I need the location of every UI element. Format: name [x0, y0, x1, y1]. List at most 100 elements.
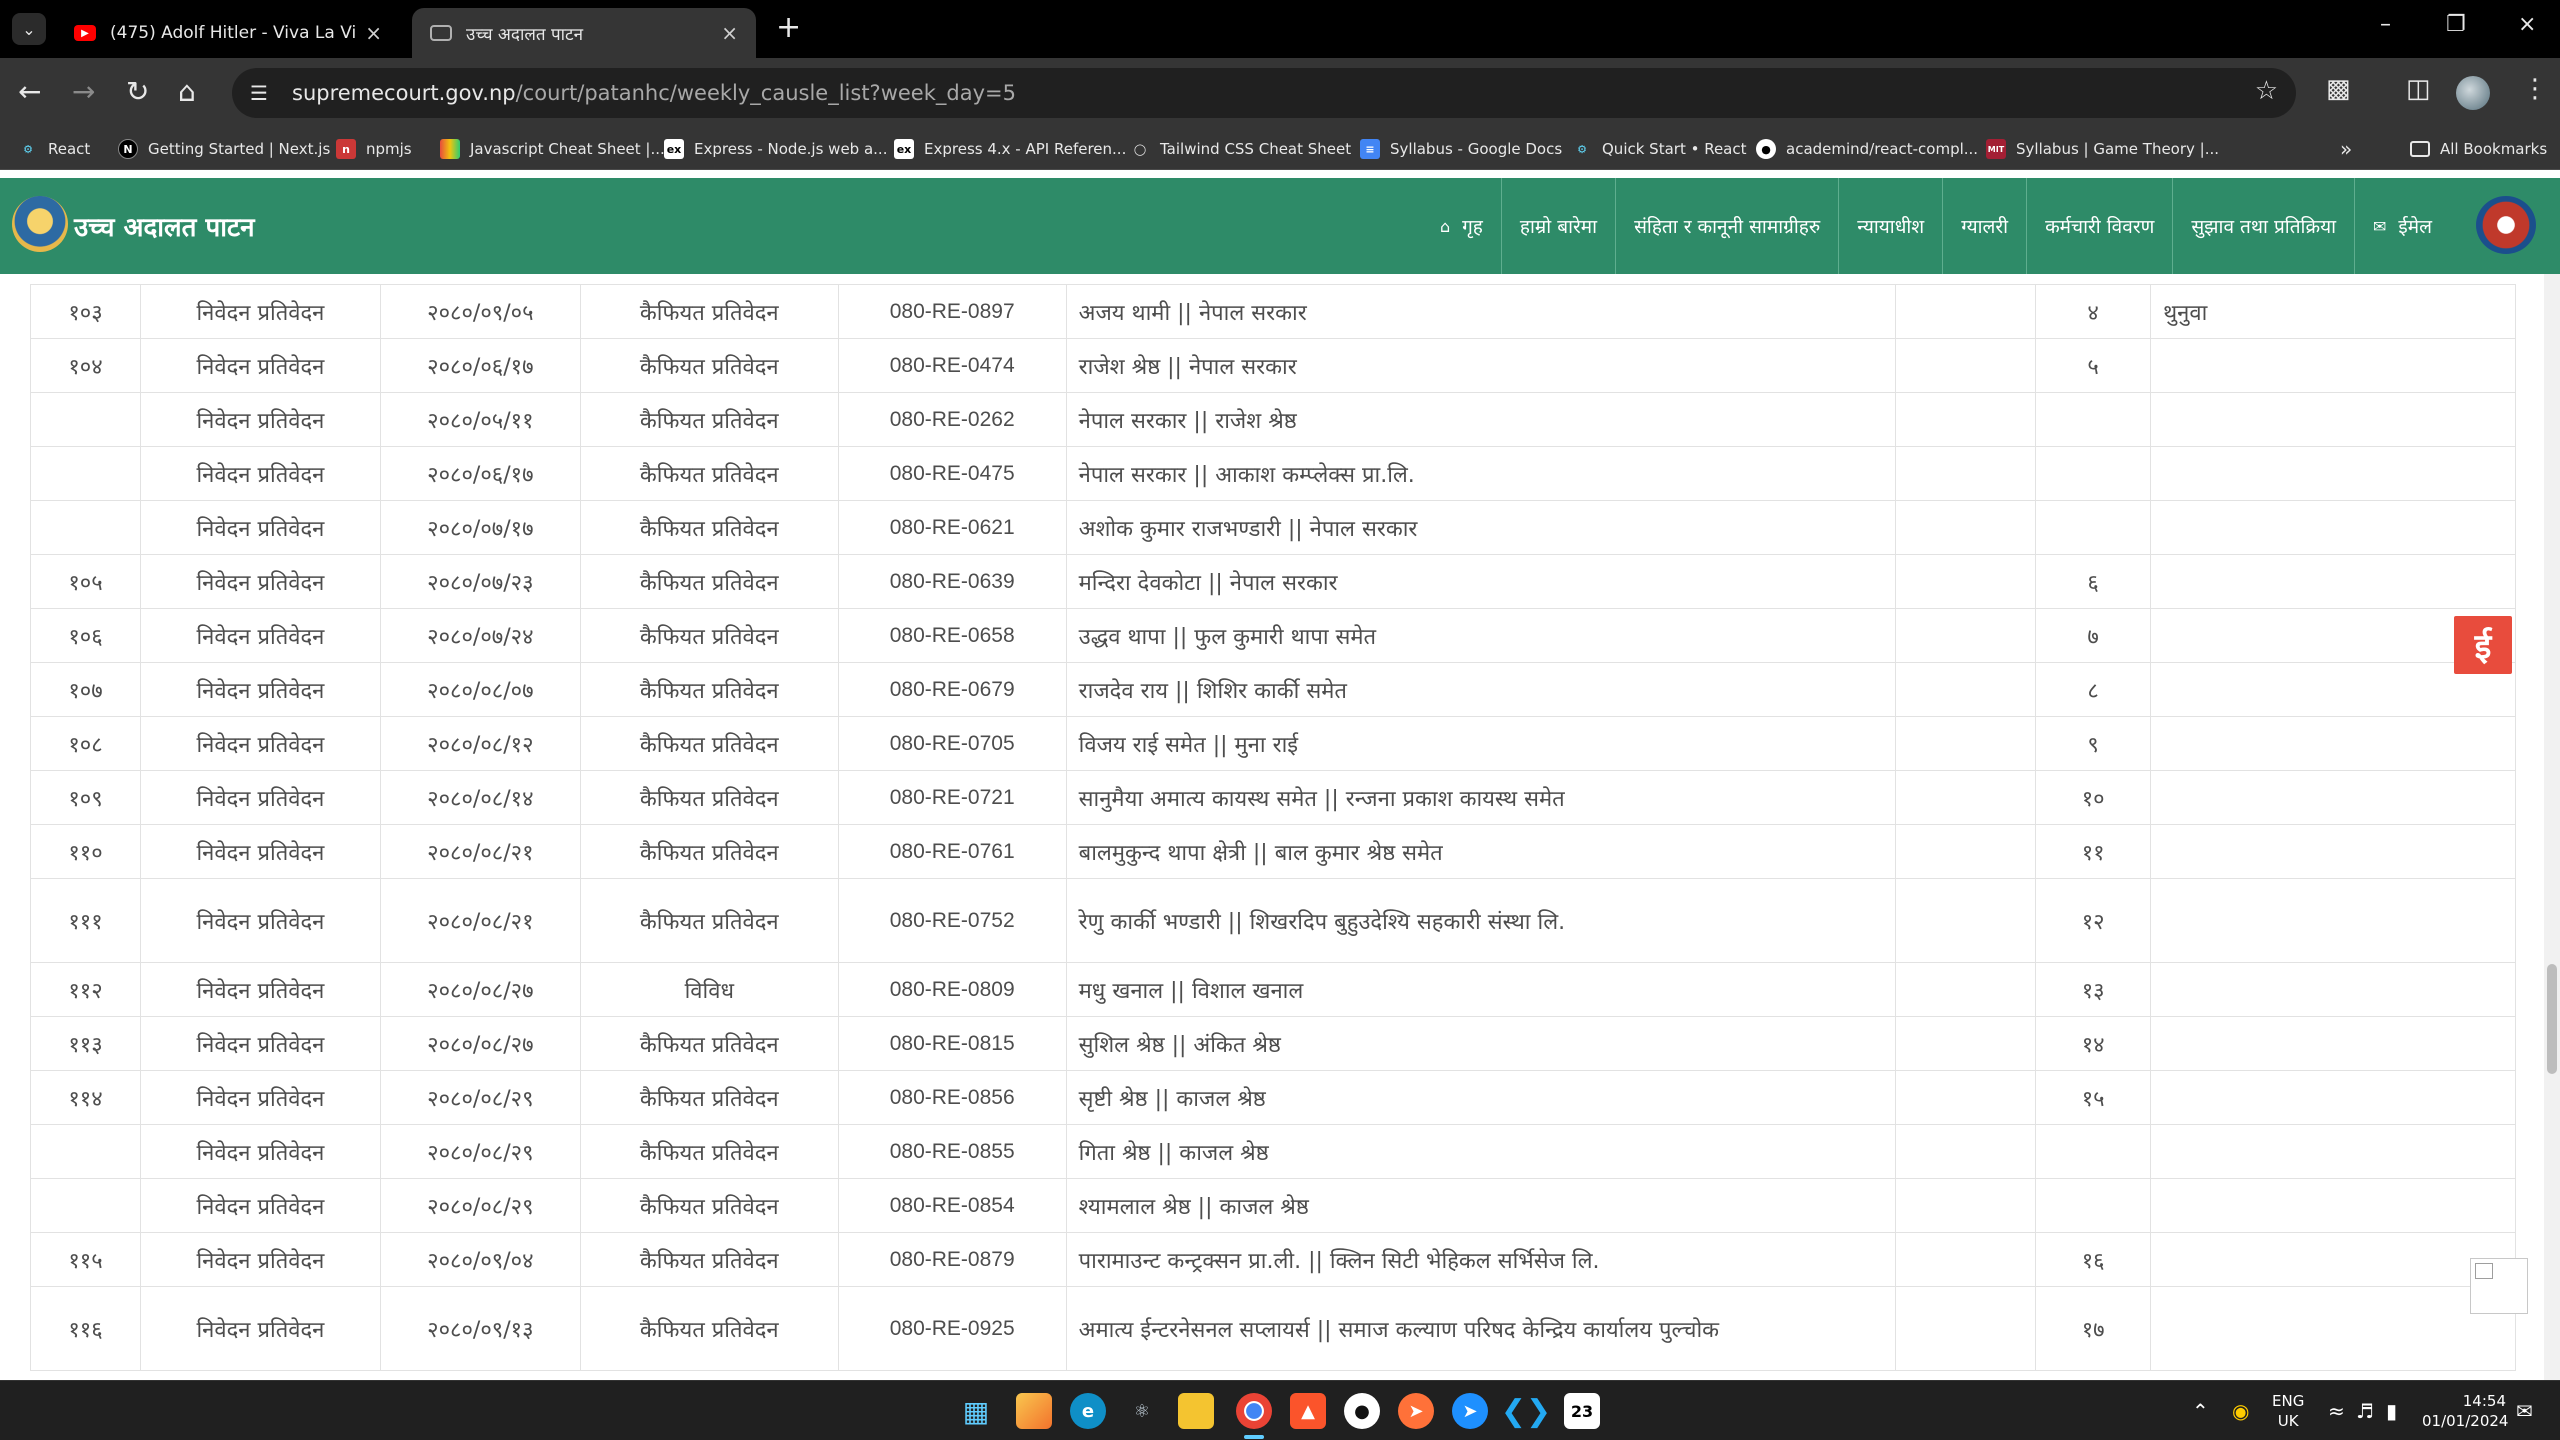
serial-number-cell: ९ [2035, 716, 2152, 771]
case-number-cell: १०९ [30, 770, 141, 825]
all-bookmarks-button[interactable]: All Bookmarks [2410, 136, 2547, 162]
postman-icon[interactable]: ➤ [1398, 1393, 1434, 1429]
page-scrollbar[interactable] [2544, 274, 2560, 1380]
site-title[interactable]: उच्च अदालत पाटन [74, 208, 255, 244]
file-explorer-icon[interactable] [1178, 1393, 1214, 1429]
nav-about[interactable]: हाम्रो बारेमा [1500, 178, 1615, 274]
registration-number-cell: 080-RE-0752 [837, 878, 1067, 963]
tab-title: (475) Adolf Hitler - Viva La Vida (Liter… [110, 23, 356, 43]
table-row: १०३ निवेदन प्रतिवेदन २०८०/०९/०५ कैफियत प्रत… [30, 284, 2516, 339]
scroll-thumb[interactable] [2547, 964, 2557, 1074]
case-number-cell: १०६ [30, 608, 141, 663]
bookmark-item[interactable]: Javascript Cheat Sheet |... [440, 136, 665, 162]
nav-home[interactable]: ⌂ गृह [1422, 178, 1501, 274]
case-type-cell: निवेदन प्रतिवेदन [139, 554, 381, 609]
notification-bell-icon[interactable]: ✉ [2516, 1399, 2533, 1423]
minimize-icon[interactable]: – [2380, 12, 2391, 37]
app-icon[interactable]: ➤ [1452, 1393, 1488, 1429]
bookmark-item[interactable]: ex Express - Node.js web a... [664, 136, 887, 162]
parties-cell: सृष्टी श्रेष्ठ || काजल श्रेष्ठ [1065, 1070, 1897, 1125]
bookmark-item[interactable]: ≡ Syllabus - Google Docs [1360, 136, 1562, 162]
edge-icon[interactable]: e [1070, 1393, 1106, 1429]
case-category-cell: कैफियत प्रतिवेदन [579, 446, 839, 501]
case-category-cell: कैफियत प्रतिवेदन [579, 824, 839, 879]
case-category-cell: कैफियत प्रतिवेदन [579, 1286, 839, 1371]
parties-cell: मन्दिरा देवकोटा || नेपाल सरकार [1065, 554, 1897, 609]
clock[interactable]: 14:54 01/01/2024 [2422, 1391, 2508, 1431]
battery-icon[interactable]: ▮ [2386, 1399, 2397, 1423]
nav-email[interactable]: ✉ ईमेल [2354, 178, 2450, 274]
case-date-cell: २०८०/०९/१३ [379, 1286, 581, 1371]
app-icon[interactable]: ● [1344, 1393, 1380, 1429]
bookmarks-overflow-icon[interactable]: » [2340, 136, 2352, 162]
steam-icon[interactable]: ⚛ [1124, 1393, 1160, 1429]
windows-start-icon[interactable]: ▦ [958, 1393, 994, 1429]
close-window-icon[interactable]: × [2518, 12, 2536, 37]
bookmark-item[interactable]: ex Express 4.x - API Referen... [894, 136, 1126, 162]
chrome-icon[interactable] [1236, 1393, 1272, 1429]
parties-cell: राजेश श्रेष्ठ || नेपाल सरकार [1065, 338, 1897, 393]
maximize-icon[interactable]: ❐ [2446, 12, 2466, 37]
case-category-cell: कैफियत प्रतिवेदन [579, 878, 839, 963]
case-number-cell: ११५ [30, 1232, 141, 1287]
bookmark-item[interactable]: ◯ Tailwind CSS Cheat Sheet [1130, 136, 1351, 162]
calendar-app-icon[interactable]: 23 [1564, 1393, 1600, 1429]
remarks-cell [2150, 338, 2516, 393]
case-category-cell: कैफियत प्रतिवेदन [579, 770, 839, 825]
back-icon[interactable]: ← [18, 75, 41, 109]
case-category-cell: कैफियत प्रतिवेदन [579, 554, 839, 609]
close-tab-icon[interactable]: × [365, 21, 382, 45]
reload-icon[interactable]: ↻ [126, 75, 149, 109]
nav-staff[interactable]: कर्मचारी विवरण [2026, 178, 2172, 274]
side-tab-e[interactable]: ई [2454, 616, 2512, 674]
new-tab-button[interactable]: + [776, 13, 801, 43]
brave-icon[interactable]: ▲ [1290, 1393, 1326, 1429]
widgets-icon[interactable] [1016, 1393, 1052, 1429]
tray-overflow-icon[interactable]: ⌃ [2192, 1399, 2209, 1423]
table-row: ११२ निवेदन प्रतिवेदन २०८०/०८/२७ विविध 080-RE… [30, 962, 2516, 1017]
browser-tab-active[interactable]: उच्च अदालत पाटन × [412, 8, 756, 58]
tab-search-button[interactable]: ⌄ [12, 13, 46, 45]
case-category-cell: कैफियत प्रतिवेदन [579, 284, 839, 339]
extensions-icon[interactable]: ▩ [2326, 74, 2351, 104]
wifi-icon[interactable]: ≈ [2328, 1399, 2345, 1423]
bookmark-item[interactable]: MIT Syllabus | Game Theory |... [1986, 136, 2219, 162]
nav-gallery[interactable]: ग्यालरी [1942, 178, 2026, 274]
case-date-cell: २०८०/०९/०४ [379, 1232, 581, 1287]
serial-number-cell: ४ [2035, 284, 2152, 339]
site-info-icon[interactable]: ☰ [250, 81, 280, 105]
bookmark-item[interactable]: ● academind/react-compl... [1756, 136, 1978, 162]
nav-judges[interactable]: न्यायाधीश [1838, 178, 1942, 274]
case-number-cell: ११४ [30, 1070, 141, 1125]
nav-feedback[interactable]: सुझाव तथा प्रतिक्रिया [2172, 178, 2354, 274]
bookmark-item[interactable]: ⚙ Quick Start • React [1572, 136, 1746, 162]
tray-app-icon[interactable]: ◉ [2232, 1399, 2249, 1423]
registration-number-cell: 080-RE-0658 [837, 608, 1067, 663]
volume-icon[interactable]: ♬ [2356, 1399, 2374, 1423]
forward-icon[interactable]: → [72, 75, 95, 109]
case-category-cell: कैफियत प्रतिवेदन [579, 500, 839, 555]
vscode-icon[interactable]: ❮❯ [1501, 1393, 1551, 1429]
bookmark-item[interactable]: N Getting Started | Next.js [118, 136, 330, 162]
browser-tab-strip: ⌄ ▶ (475) Adolf Hitler - Viva La Vida (L… [0, 0, 2560, 58]
browser-tab[interactable]: ▶ (475) Adolf Hitler - Viva La Vida (Lit… [56, 8, 400, 58]
registration-number-cell: 080-RE-0721 [837, 770, 1067, 825]
broken-image[interactable] [2470, 1258, 2528, 1314]
address-bar[interactable]: ☰ supremecourt.gov.np/court/patanhc/week… [232, 68, 2296, 118]
home-icon[interactable]: ⌂ [178, 75, 196, 109]
nepal-emblem [2476, 196, 2536, 254]
court-logo[interactable] [12, 196, 68, 252]
language-indicator[interactable]: ENG UK [2272, 1391, 2304, 1431]
nav-legal-materials[interactable]: संहिता र कानूनी सामाग्रीहरु [1615, 178, 1838, 274]
page-content: १०३ निवेदन प्रतिवेदन २०८०/०९/०५ कैफियत प्रत… [0, 274, 2560, 1380]
close-tab-icon[interactable]: × [721, 21, 738, 45]
case-type-cell: निवेदन प्रतिवेदन [139, 338, 381, 393]
profile-avatar[interactable] [2456, 76, 2490, 110]
bookmark-item[interactable]: ⚙ React [18, 136, 90, 162]
registration-number-cell: 080-RE-0925 [837, 1286, 1067, 1371]
side-panel-icon[interactable]: ◫ [2406, 74, 2431, 104]
case-type-cell: निवेदन प्रतिवेदन [139, 716, 381, 771]
bookmark-item[interactable]: n npmjs [336, 136, 412, 162]
menu-kebab-icon[interactable]: ⋮ [2522, 74, 2548, 104]
bookmark-star-icon[interactable]: ☆ [2255, 76, 2278, 106]
